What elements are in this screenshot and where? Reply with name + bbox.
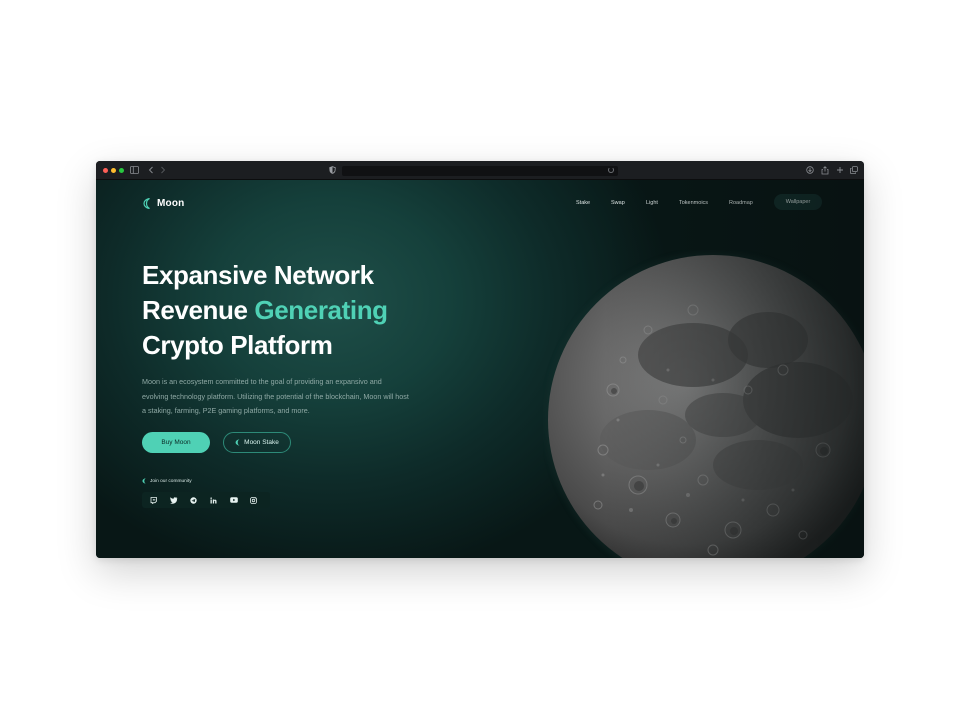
forward-icon[interactable] (158, 166, 167, 175)
hero-description: Moon is an ecosystem committed to the go… (142, 377, 409, 415)
moon-icon (235, 439, 240, 446)
share-icon[interactable] (820, 166, 829, 175)
hero-accent-word: Generating (254, 295, 388, 325)
nav-link-swap[interactable]: Swap (611, 200, 625, 206)
youtube-icon[interactable] (230, 495, 250, 505)
brand-logo[interactable]: Moon (143, 196, 184, 210)
wallpaper-button[interactable]: Wallpaper (774, 194, 822, 210)
nav-link-roadmap[interactable]: Roadmap (729, 200, 753, 206)
telegram-icon[interactable] (190, 495, 210, 505)
instagram-icon[interactable] (250, 495, 270, 505)
close-window-button[interactable] (103, 168, 108, 173)
moon-image (545, 252, 864, 558)
reload-icon[interactable] (608, 167, 614, 173)
browser-toolbar (96, 161, 864, 180)
moon-stake-label: Moon Stake (244, 439, 279, 446)
hero-line-2-plain: Revenue (142, 295, 255, 325)
social-links (142, 492, 270, 508)
nav-link-stake[interactable]: Stake (576, 200, 590, 206)
minimize-window-button[interactable] (111, 168, 116, 173)
linkedin-icon[interactable] (210, 495, 230, 505)
landing-page: Moon Stake Swap Light Tokenmoics Roadmap… (96, 180, 864, 558)
browser-window: Moon Stake Swap Light Tokenmoics Roadmap… (96, 161, 864, 558)
hero-heading: Expansive Network Revenue Generating Cry… (142, 258, 388, 363)
moon-logo-icon (143, 197, 150, 209)
privacy-shield-icon[interactable] (328, 166, 337, 175)
nav-link-tokenomics[interactable]: Tokenmoics (679, 200, 708, 206)
back-icon[interactable] (146, 166, 155, 175)
moon-small-icon (142, 478, 146, 484)
nav-link-light[interactable]: Light (646, 200, 658, 206)
download-icon[interactable] (805, 166, 814, 175)
moon-stake-button[interactable]: Moon Stake (223, 432, 291, 453)
community-text: Join our community (150, 478, 192, 484)
hero-line-1: Expansive Network (142, 260, 374, 290)
buy-moon-button[interactable]: Buy Moon (142, 432, 210, 453)
address-bar[interactable] (342, 166, 618, 176)
community-label: Join our community (142, 478, 192, 484)
new-tab-icon[interactable] (835, 166, 844, 175)
sidebar-icon[interactable] (130, 166, 139, 175)
hero-line-2: Revenue Generating (142, 293, 388, 328)
window-controls (103, 168, 124, 173)
hero-line-3: Crypto Platform (142, 330, 333, 360)
tabs-overview-icon[interactable] (849, 166, 858, 175)
maximize-window-button[interactable] (119, 168, 124, 173)
twitter-icon[interactable] (170, 495, 190, 505)
brand-name: Moon (157, 197, 185, 209)
twitch-icon[interactable] (150, 495, 170, 505)
